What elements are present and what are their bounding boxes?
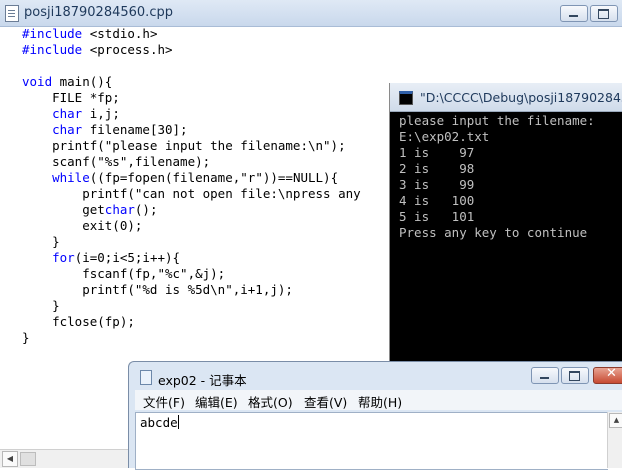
code-keyword: for <box>52 250 75 265</box>
code-line: printf("please input the filename:\n"); <box>22 138 346 153</box>
notepad-content: abcde <box>140 415 178 430</box>
console-line: please input the filename: <box>399 113 595 128</box>
code-line: scanf("%s",filename); <box>22 154 211 169</box>
notepad-icon <box>140 370 152 385</box>
notepad-window: exp02 - 记事本 ✕ 文件(F) 编辑(E) 格式(O) 查看(V) 帮助… <box>128 361 622 470</box>
console-line: 1 is 97 <box>399 145 475 160</box>
notepad-close-button[interactable]: ✕ <box>593 366 622 384</box>
code-line: #include <process.h> <box>22 42 173 57</box>
code-line: void main(){ <box>22 74 113 89</box>
code-line: for(i=0;i<5;i++){ <box>52 250 181 265</box>
code-line: } <box>22 330 30 345</box>
notepad-minimize-button[interactable] <box>531 367 559 384</box>
code-keyword: char <box>104 202 135 217</box>
console-line: 5 is 101 <box>399 209 475 224</box>
code-keyword: #include <box>22 26 83 41</box>
code-keyword: void <box>22 74 53 89</box>
code-area[interactable]: #include <stdio.h> #include <process.h> … <box>22 26 361 346</box>
code-line: } <box>22 234 60 249</box>
code-line: fclose(fp); <box>22 314 135 329</box>
close-icon: ✕ <box>606 366 617 381</box>
document-icon <box>5 5 19 22</box>
console-line: 3 is 99 <box>399 177 475 192</box>
console-output: please input the filename: E:\exp02.txt … <box>399 113 595 241</box>
editor-titlebar[interactable]: posji18790284560.cpp <box>0 0 622 27</box>
code-line: } <box>22 298 60 313</box>
code-keyword: #include <box>22 42 83 57</box>
notepad-titlebar[interactable]: exp02 - 记事本 ✕ <box>129 362 622 388</box>
notepad-maximize-button[interactable] <box>561 367 589 384</box>
console-line: 4 is 100 <box>399 193 475 208</box>
console-line: Press any key to continue <box>399 225 588 240</box>
console-title: "D:\CCCC\Debug\posji18790284560 <box>420 90 622 105</box>
code-line: exit(0); <box>22 218 143 233</box>
scroll-left-arrow-icon[interactable]: ◀ <box>2 451 18 467</box>
minimize-icon <box>540 377 549 379</box>
notepad-title: exp02 - 记事本 <box>158 373 247 388</box>
text-caret <box>177 415 179 429</box>
notepad-content-line: abcde <box>140 415 179 430</box>
menu-format[interactable]: 格式(O) <box>248 392 293 411</box>
editor-minimize-button[interactable] <box>560 5 588 22</box>
code-line: while((fp=fopen(filename,"r"))==NULL){ <box>52 170 339 185</box>
notepad-menubar: 文件(F) 编辑(E) 格式(O) 查看(V) 帮助(H) <box>135 390 622 410</box>
minimize-icon <box>569 15 578 17</box>
code-keyword: char <box>52 106 83 121</box>
code-line: #include <stdio.h> <box>22 26 158 41</box>
scrollbar-thumb[interactable] <box>20 452 36 466</box>
editor-maximize-button[interactable] <box>590 5 618 22</box>
code-keyword: char <box>52 122 83 137</box>
code-line: FILE *fp; <box>22 90 120 105</box>
maximize-icon <box>598 9 609 19</box>
console-line: E:\exp02.txt <box>399 129 490 144</box>
menu-file[interactable]: 文件(F) <box>143 392 185 411</box>
code-line: getchar(); <box>22 202 158 217</box>
code-line: fscanf(fp,"%c",&j); <box>22 266 226 281</box>
notepad-text-area[interactable]: abcde <box>135 412 608 470</box>
notepad-vertical-scrollbar[interactable]: ▲ <box>607 412 622 468</box>
code-line: printf("can not open file:\npress any <box>22 186 361 201</box>
code-line: char filename[30]; <box>52 122 188 137</box>
editor-title: posji18790284560.cpp <box>24 5 173 20</box>
console-icon <box>399 91 413 105</box>
code-keyword: while <box>52 170 90 185</box>
console-line: 2 is 98 <box>399 161 475 176</box>
menu-view[interactable]: 查看(V) <box>304 392 347 411</box>
maximize-icon <box>569 371 580 381</box>
code-line: printf("%d is %5d\n",i+1,j); <box>22 282 293 297</box>
menu-edit[interactable]: 编辑(E) <box>195 392 238 411</box>
scroll-up-arrow-icon[interactable]: ▲ <box>609 413 622 428</box>
code-line: char i,j; <box>52 106 120 121</box>
menu-help[interactable]: 帮助(H) <box>358 392 402 411</box>
console-titlebar[interactable]: "D:\CCCC\Debug\posji18790284560 <box>390 83 622 112</box>
